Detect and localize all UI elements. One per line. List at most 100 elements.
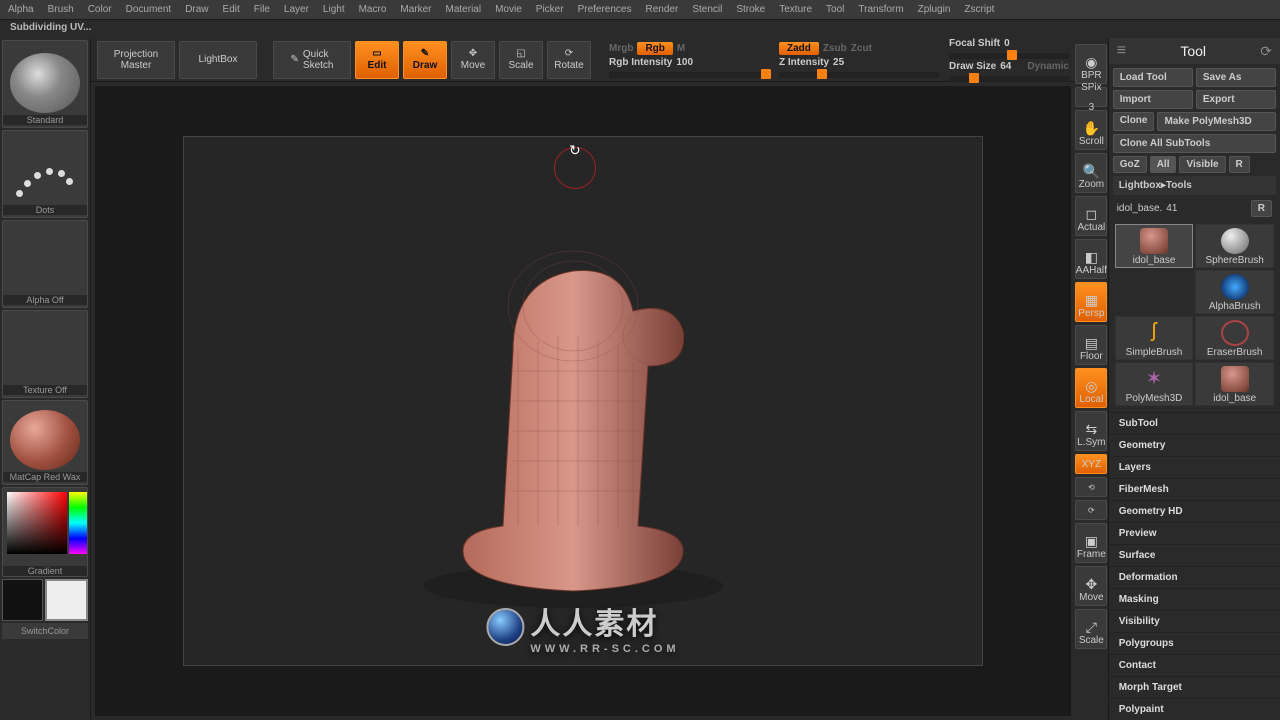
zsub-toggle[interactable]: Zsub	[823, 43, 847, 54]
section-contact[interactable]: Contact	[1109, 654, 1280, 676]
menu-alpha[interactable]: Alpha	[8, 4, 34, 15]
thumb-polymesh3d[interactable]: ✶PolyMesh3D	[1115, 362, 1194, 406]
frame-button[interactable]: ▣Frame	[1075, 523, 1107, 563]
mrgb-toggle[interactable]: Mrgb	[609, 43, 633, 54]
scroll-button[interactable]: ✋Scroll	[1075, 110, 1107, 150]
clone-button[interactable]: Clone	[1113, 112, 1155, 131]
axis-z-button[interactable]: ⟳	[1075, 500, 1107, 520]
menu-material[interactable]: Material	[446, 4, 482, 15]
draw-size-slider[interactable]	[949, 76, 1069, 82]
hamburger-icon[interactable]: ≡	[1117, 42, 1126, 60]
menu-transform[interactable]: Transform	[858, 4, 903, 15]
axis-y-button[interactable]: ⟲	[1075, 477, 1107, 497]
thumb-alphabrush[interactable]: AlphaBrush	[1195, 270, 1274, 314]
floor-button[interactable]: ▤Floor	[1075, 325, 1107, 365]
import-button[interactable]: Import	[1113, 90, 1193, 109]
texture-slot[interactable]: Texture Off	[2, 310, 88, 398]
section-surface[interactable]: Surface	[1109, 544, 1280, 566]
reload-icon[interactable]: ⟳	[1260, 43, 1272, 60]
section-geometry[interactable]: Geometry	[1109, 434, 1280, 456]
edit-mode-button[interactable]: ▭Edit	[355, 41, 399, 79]
menu-picker[interactable]: Picker	[536, 4, 564, 15]
menu-stencil[interactable]: Stencil	[692, 4, 722, 15]
rgb-toggle[interactable]: Rgb	[637, 42, 672, 55]
color-picker[interactable]: Gradient	[2, 487, 88, 577]
actual-button[interactable]: ◻Actual	[1075, 196, 1107, 236]
tool-breadcrumb[interactable]: Lightbox▸Tools	[1113, 176, 1276, 195]
thumb-simplebrush[interactable]: ʃSimpleBrush	[1115, 316, 1194, 360]
thumb-eraserbrush[interactable]: EraserBrush	[1195, 316, 1274, 360]
tool-r-button[interactable]: R	[1251, 200, 1272, 217]
color-square[interactable]	[7, 492, 67, 554]
menu-document[interactable]: Document	[126, 4, 172, 15]
section-deformation[interactable]: Deformation	[1109, 566, 1280, 588]
section-fibermesh[interactable]: FiberMesh	[1109, 478, 1280, 500]
scale-mode-button[interactable]: ◱Scale	[499, 41, 543, 79]
thumb-spherebrush[interactable]: SphereBrush	[1195, 224, 1274, 268]
section-subtool[interactable]: SubTool	[1109, 412, 1280, 434]
menu-tool[interactable]: Tool	[826, 4, 844, 15]
menu-preferences[interactable]: Preferences	[578, 4, 632, 15]
brush-slot[interactable]: Standard	[2, 40, 88, 128]
local-button[interactable]: ◎Local	[1075, 368, 1107, 408]
menu-stroke[interactable]: Stroke	[736, 4, 765, 15]
move-mode-button[interactable]: ✥Move	[451, 41, 495, 79]
viewport[interactable]: 人人素材 WWW.RR-SC.COM	[95, 86, 1071, 716]
rotate-mode-button[interactable]: ⟳Rotate	[547, 41, 591, 79]
goz-visible-button[interactable]: Visible	[1179, 156, 1225, 173]
menu-zscript[interactable]: Zscript	[964, 4, 994, 15]
z-intensity-slider[interactable]	[779, 72, 939, 78]
menu-marker[interactable]: Marker	[400, 4, 431, 15]
draw-mode-button[interactable]: ✎Draw	[403, 41, 447, 79]
hue-strip[interactable]	[69, 492, 87, 554]
zcut-toggle[interactable]: Zcut	[851, 43, 872, 54]
menu-texture[interactable]: Texture	[779, 4, 812, 15]
m-toggle[interactable]: M	[677, 43, 685, 54]
xyz-button[interactable]: XYZ	[1075, 454, 1107, 474]
make-polymesh3d-button[interactable]: Make PolyMesh3D	[1157, 112, 1276, 131]
export-button[interactable]: Export	[1196, 90, 1276, 109]
move-view-button[interactable]: ✥Move	[1075, 566, 1107, 606]
zadd-toggle[interactable]: Zadd	[779, 42, 819, 55]
menu-layer[interactable]: Layer	[284, 4, 309, 15]
section-layers[interactable]: Layers	[1109, 456, 1280, 478]
zoom-button[interactable]: 🔍Zoom	[1075, 153, 1107, 193]
alpha-slot[interactable]: Alpha Off	[2, 220, 88, 308]
stroke-slot[interactable]: Dots	[2, 130, 88, 218]
menu-edit[interactable]: Edit	[223, 4, 240, 15]
projection-master-button[interactable]: Projection Master	[97, 41, 175, 79]
save-as-button[interactable]: Save As	[1196, 68, 1276, 87]
lsym-button[interactable]: ⇆L.Sym	[1075, 411, 1107, 451]
menu-macro[interactable]: Macro	[359, 4, 387, 15]
menu-light[interactable]: Light	[323, 4, 345, 15]
menu-zplugin[interactable]: Zplugin	[918, 4, 951, 15]
aahalf-button[interactable]: ◧AAHalf	[1075, 239, 1107, 279]
section-preview[interactable]: Preview	[1109, 522, 1280, 544]
bpr-button[interactable]: ◉BPR	[1075, 44, 1107, 84]
menu-file[interactable]: File	[254, 4, 270, 15]
persp-button[interactable]: ▦Persp	[1075, 282, 1107, 322]
focal-shift-slider[interactable]	[949, 53, 1069, 59]
load-tool-button[interactable]: Load Tool	[1113, 68, 1193, 87]
scale-view-button[interactable]: ⤢Scale	[1075, 609, 1107, 649]
thumb-idol-base[interactable]: idol_base	[1115, 224, 1194, 268]
menu-movie[interactable]: Movie	[495, 4, 522, 15]
section-morph-target[interactable]: Morph Target	[1109, 676, 1280, 698]
swatch-primary[interactable]	[45, 579, 88, 621]
quick-sketch-button[interactable]: ✎Quick Sketch	[273, 41, 351, 79]
lightbox-button[interactable]: LightBox	[179, 41, 257, 79]
section-polypaint[interactable]: Polypaint	[1109, 698, 1280, 720]
rgb-intensity-slider[interactable]	[609, 72, 769, 78]
clone-all-subtools-button[interactable]: Clone All SubTools	[1113, 134, 1276, 153]
material-slot[interactable]: MatCap Red Wax	[2, 400, 88, 485]
goz-all-button[interactable]: All	[1150, 156, 1177, 173]
switch-color-button[interactable]: SwitchColor	[2, 623, 88, 639]
goz-button[interactable]: GoZ	[1113, 156, 1147, 173]
spix-slider[interactable]: SPix 3	[1075, 87, 1107, 107]
section-visibility[interactable]: Visibility	[1109, 610, 1280, 632]
menu-color[interactable]: Color	[88, 4, 112, 15]
section-geometry-hd[interactable]: Geometry HD	[1109, 500, 1280, 522]
menu-render[interactable]: Render	[646, 4, 679, 15]
canvas[interactable]: 人人素材 WWW.RR-SC.COM	[183, 136, 983, 666]
swatch-secondary[interactable]	[2, 579, 43, 621]
